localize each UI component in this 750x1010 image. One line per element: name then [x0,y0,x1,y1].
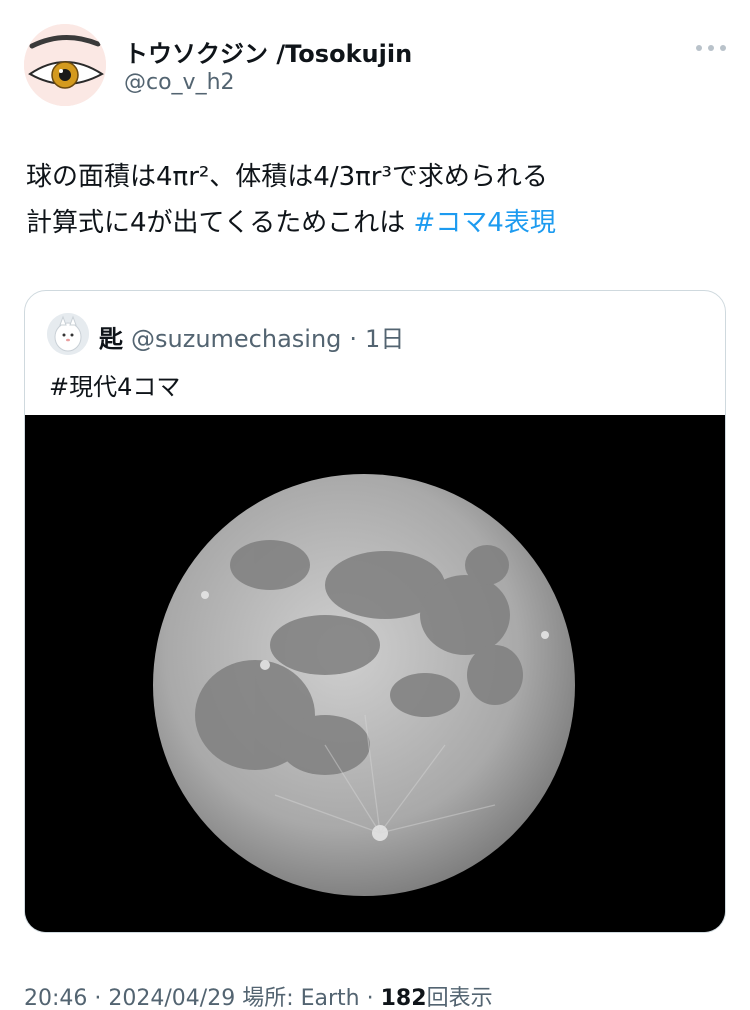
view-label: 回表示 [426,986,493,1010]
quote-header: 匙 @suzumechasing · 1日 [99,319,404,354]
tweet-text: 球の面積は4πr²、体積は4/3πr³で求められる 計算式に4が出てくるためこれ… [26,154,726,246]
quote-text: #現代4コマ [49,367,180,402]
dot [696,45,702,51]
post-date[interactable]: 2024/04/29 [108,986,235,1010]
quote-separator: · [349,325,358,353]
post-location: 場所: Earth [242,986,360,1010]
quote-author-handle[interactable]: @suzumechasing [131,325,341,353]
dot [720,45,726,51]
moon-photo[interactable] [25,415,725,932]
tweet-footer: 20:46 · 2024/04/29 場所: Earth · 182回表示 [24,980,493,1010]
tweet-header: トウソクジン /Tosokujin @co_v_h2 [24,24,726,110]
view-count: 182 [380,986,427,1010]
more-options-icon[interactable] [696,38,726,58]
quoted-tweet-card[interactable]: 匙 @suzumechasing · 1日 #現代4コマ [24,290,726,933]
moon-image [25,415,725,932]
dot [708,45,714,51]
tweet-line-2: 計算式に4が出てくるためこれは #コマ4表現 [26,200,726,246]
tweet-line-2-text: 計算式に4が出てくるためこれは [26,208,414,238]
footer-separator: · [94,986,102,1010]
eye-avatar-icon [24,24,106,106]
tweet-line-1: 球の面積は4πr²、体積は4/3πr³で求められる [26,162,548,192]
quote-author-name[interactable]: 匙 [99,319,123,354]
author-handle[interactable]: @co_v_h2 [124,70,235,95]
author-avatar[interactable] [24,24,106,106]
footer-separator: · [366,986,374,1010]
author-name[interactable]: トウソクジン /Tosokujin [124,34,412,69]
bird-avatar-icon [47,313,89,355]
post-time[interactable]: 20:46 [24,986,87,1010]
quote-time[interactable]: 1日 [365,319,404,354]
quote-avatar[interactable] [47,313,89,355]
hashtag-link[interactable]: #コマ4表現 [414,208,556,238]
quote-hashtag[interactable]: #現代4コマ [49,373,180,401]
